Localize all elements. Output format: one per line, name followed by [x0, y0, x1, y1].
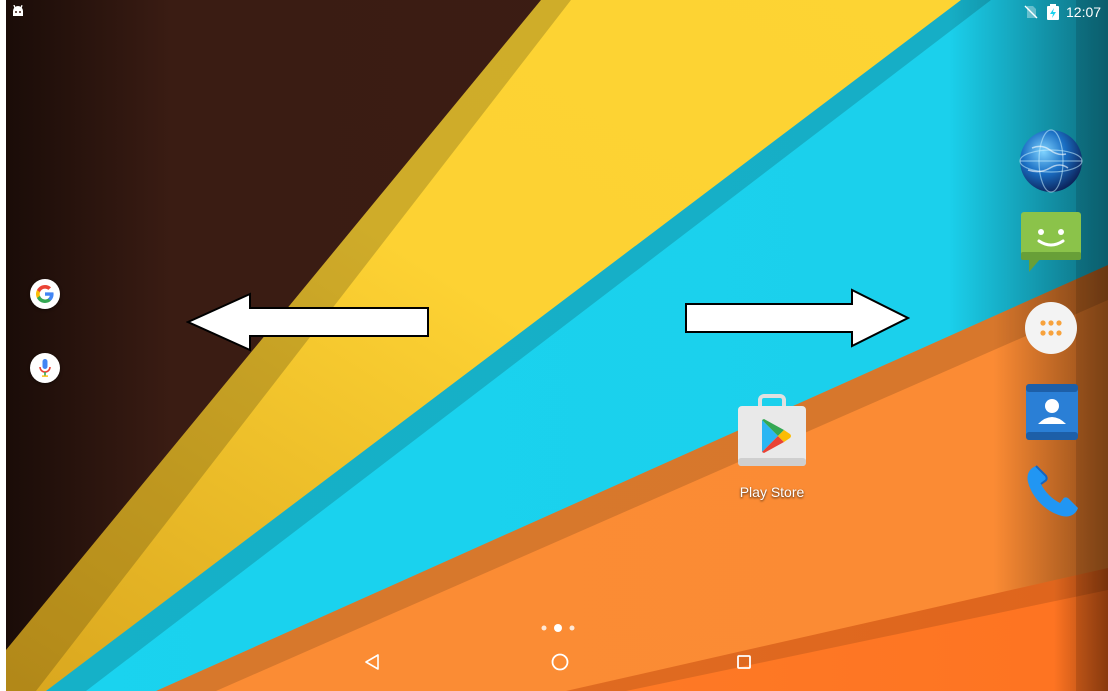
arrow-left-icon: [186, 292, 429, 352]
battery-charging-icon: [1047, 4, 1059, 20]
arrow-right-icon: [685, 288, 910, 348]
play-store-label: Play Store: [739, 484, 805, 500]
all-apps-button[interactable]: [1016, 293, 1086, 363]
voice-search-button[interactable]: [30, 353, 60, 383]
play-store-icon: [738, 394, 806, 466]
home-screen: 12:07 Play Store: [6, 0, 1108, 691]
app-drawer-icon: [1025, 302, 1077, 354]
browser-app[interactable]: [1016, 126, 1086, 196]
back-button[interactable]: [352, 646, 392, 678]
page-indicator: [541, 624, 575, 632]
play-store-shortcut[interactable]: Play Store: [720, 390, 824, 510]
no-sim-icon: [1024, 5, 1038, 19]
contacts-icon: [1026, 384, 1078, 440]
status-clock: 12:07: [1066, 4, 1102, 20]
google-search-button[interactable]: [30, 279, 60, 309]
messaging-app[interactable]: [1016, 206, 1086, 276]
home-icon: [551, 653, 569, 671]
globe-icon: [1019, 129, 1083, 193]
recents-icon: [737, 655, 751, 669]
android-debug-icon: [13, 5, 23, 16]
contacts-app[interactable]: [1016, 376, 1086, 446]
back-icon: [365, 654, 379, 670]
home-button[interactable]: [540, 646, 580, 678]
wallpaper: [6, 0, 1108, 691]
google-g-icon: [36, 285, 54, 303]
phone-app[interactable]: [1016, 456, 1086, 526]
message-smiley-icon: [1021, 212, 1081, 272]
microphone-icon: [39, 359, 51, 377]
status-bar: 12:07: [6, 0, 1108, 24]
recents-button[interactable]: [724, 646, 764, 678]
phone-icon: [1027, 465, 1078, 517]
